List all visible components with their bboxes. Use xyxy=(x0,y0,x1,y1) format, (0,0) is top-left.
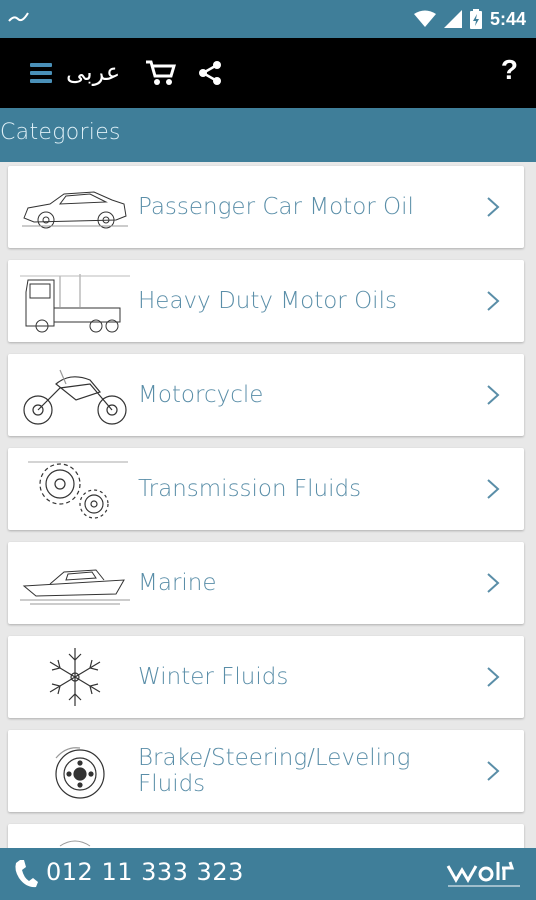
share-icon[interactable] xyxy=(198,60,222,86)
chevron-right-icon xyxy=(487,291,500,311)
chevron-right-icon xyxy=(487,761,500,781)
toolbar: عربى ? xyxy=(0,38,536,108)
category-item-motorcycle[interactable]: Motorcycle xyxy=(8,354,524,436)
category-label: Passenger Car Motor Oil xyxy=(138,194,414,220)
chevron-right-icon xyxy=(487,573,500,593)
language-toggle[interactable]: عربى xyxy=(66,58,120,86)
signal-icon xyxy=(443,10,462,28)
category-label: Brake/Steering/Leveling Fluids xyxy=(138,745,411,797)
chevron-right-icon xyxy=(487,197,500,217)
help-button[interactable]: ? xyxy=(501,54,518,86)
clock: 5:44 xyxy=(489,8,526,29)
notification-icon xyxy=(8,12,29,22)
gears-icon xyxy=(28,461,128,519)
battery-icon xyxy=(469,9,482,29)
status-bar: 5:44 xyxy=(0,0,536,38)
car-icon xyxy=(22,191,128,229)
category-item-partial[interactable] xyxy=(8,824,524,848)
categories-header: Categories xyxy=(0,108,536,162)
category-item-marine[interactable]: Marine xyxy=(8,542,524,624)
truck-icon xyxy=(20,274,130,333)
category-label: Motorcycle xyxy=(138,382,264,408)
category-item-transmission[interactable]: Transmission Fluids xyxy=(8,448,524,530)
phone-icon[interactable] xyxy=(14,858,38,888)
page-title: Categories xyxy=(0,120,121,145)
phone-number[interactable]: 012 11 333 323 xyxy=(46,858,244,886)
category-item-passenger-car[interactable]: Passenger Car Motor Oil xyxy=(8,166,524,248)
wolf-logo xyxy=(446,861,520,887)
category-thumbnail xyxy=(59,840,91,847)
motorcycle-icon xyxy=(23,369,127,425)
snowflake-icon xyxy=(49,648,101,706)
cart-icon[interactable] xyxy=(146,60,176,86)
category-label: Transmission Fluids xyxy=(138,476,362,502)
category-item-heavy-duty[interactable]: Heavy Duty Motor Oils xyxy=(8,260,524,342)
chevron-right-icon xyxy=(487,667,500,687)
category-list: Passenger Car Motor Oil Heavy Duty Motor… xyxy=(0,162,536,848)
category-item-winter[interactable]: Winter Fluids xyxy=(8,636,524,718)
boat-icon xyxy=(20,569,130,605)
brake-disc-icon xyxy=(55,747,105,799)
menu-icon[interactable] xyxy=(30,62,52,84)
wifi-icon xyxy=(413,10,436,27)
category-label: Winter Fluids xyxy=(138,664,289,690)
category-item-brake-steering[interactable]: Brake/Steering/Leveling Fluids xyxy=(8,730,524,812)
category-label: Marine xyxy=(138,570,217,596)
footer-bar: 012 11 333 323 xyxy=(0,848,536,900)
chevron-right-icon xyxy=(487,479,500,499)
category-label: Heavy Duty Motor Oils xyxy=(138,288,397,314)
chevron-right-icon xyxy=(487,385,500,405)
